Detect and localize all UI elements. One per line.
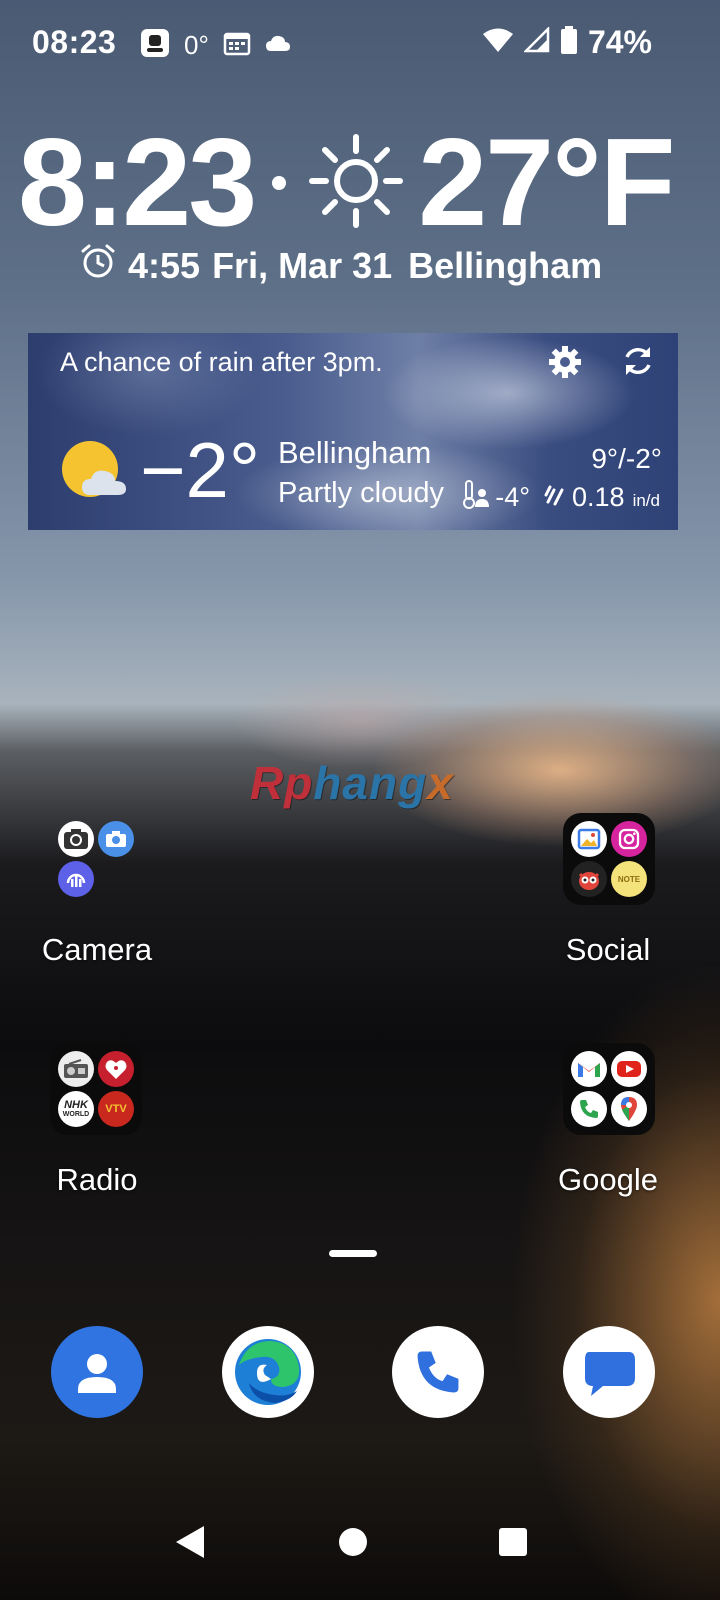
cloud-icon [265,34,291,57]
maps-app-icon[interactable] [611,1091,647,1127]
precip-value: 0.18 [572,482,625,512]
notes-app-icon[interactable]: NOTE [611,861,647,897]
vtv-label: VTV [105,1103,127,1115]
watermark-part-2: hang [313,757,428,809]
feels-like-icon [463,479,490,516]
notes-app-label: NOTE [617,874,641,884]
location: Bellingham [408,244,603,286]
clock-subline: 4:55 Fri, Mar 31 Bellingham [80,243,602,288]
weather-widget[interactable]: A chance of rain after 3pm. −2° Bellingh… [28,333,678,530]
folder-google[interactable] [563,1043,655,1135]
separator-dot [272,176,287,190]
precip-unit: in/d [632,490,660,510]
photos-app-icon[interactable] [571,821,607,857]
signal-icon [522,25,550,58]
camera-app-icon[interactable] [58,821,94,857]
status-time: 08:23 [32,24,117,60]
folder-social-label[interactable]: Social [508,932,708,968]
folder-camera-label[interactable]: Camera [0,932,197,968]
messages-dock-icon[interactable] [563,1326,655,1418]
instagram-app-icon[interactable] [611,821,647,857]
partly-cloudy-icon [60,439,132,506]
iheart-app-icon[interactable] [98,1051,134,1087]
sun-icon [308,133,404,234]
owl-app-icon[interactable] [571,861,607,897]
folder-google-label[interactable]: Google [508,1162,708,1198]
edge-browser-dock-icon[interactable] [222,1326,314,1418]
radio-app-icon[interactable] [58,1051,94,1087]
clock-time[interactable]: 8:23 [18,121,257,245]
gear-icon[interactable] [548,345,582,384]
phone-dock-icon[interactable] [392,1326,484,1418]
recents-button[interactable] [497,1524,529,1565]
folder-camera[interactable] [50,813,142,905]
wifi-icon [482,27,514,58]
status-notification-icons: 0° [140,28,291,63]
alarm-time[interactable]: 4:55 [128,245,200,287]
home-button[interactable] [338,1524,368,1565]
assistant-notification-icon [140,28,170,63]
nhk-label: NHK [64,1099,88,1111]
battery-icon [560,25,578,60]
phone-app-icon[interactable] [571,1091,607,1127]
navigation-bar [0,1490,720,1600]
clock-temperature[interactable]: 27°F [418,121,675,245]
current-temperature: −2° [140,426,261,514]
clock-widget[interactable]: 8:23 27°F [18,118,708,248]
app-drawer-handle[interactable] [329,1250,377,1257]
weather-condition: Partly cloudy [278,477,445,509]
refresh-icon[interactable] [620,343,656,384]
watermark-part-3: x [427,757,454,809]
hi-lo-temperature: 9°/-2° [591,443,662,474]
precip-icon [544,482,566,513]
contacts-dock-icon[interactable] [51,1326,143,1418]
battery-percent: 74% [587,24,652,60]
watermark-part-1: Rp [250,757,314,809]
status-bar: 08:23 0° 74% [0,0,720,88]
back-button[interactable] [174,1524,206,1565]
camera-alt-app-icon[interactable] [98,821,134,857]
nhk-world-app-icon[interactable]: NHK WORLD [58,1091,94,1127]
status-system-icons: 74% [482,24,652,61]
folder-social[interactable]: NOTE [563,813,655,905]
vtv-app-icon[interactable]: VTV [98,1091,134,1127]
feels-like-value: -4° [495,482,531,512]
gmail-app-icon[interactable] [571,1051,607,1087]
alarm-icon [80,243,116,288]
youtube-app-icon[interactable] [611,1051,647,1087]
weather-extra: -4° 0.18 in/d [463,479,660,516]
calendar-icon [223,30,251,61]
audio-app-icon[interactable] [58,861,94,897]
forecast-text: A chance of rain after 3pm. [60,347,383,377]
folder-radio[interactable]: NHK WORLD VTV [50,1043,142,1135]
nhk-sub-label: WORLD [62,1111,90,1118]
folder-radio-label[interactable]: Radio [0,1162,197,1198]
weather-city: Bellingham [278,435,432,470]
status-temp: 0° [184,30,209,60]
watermark-logo: Rphangx [250,756,454,810]
date[interactable]: Fri, Mar 31 [212,245,392,287]
